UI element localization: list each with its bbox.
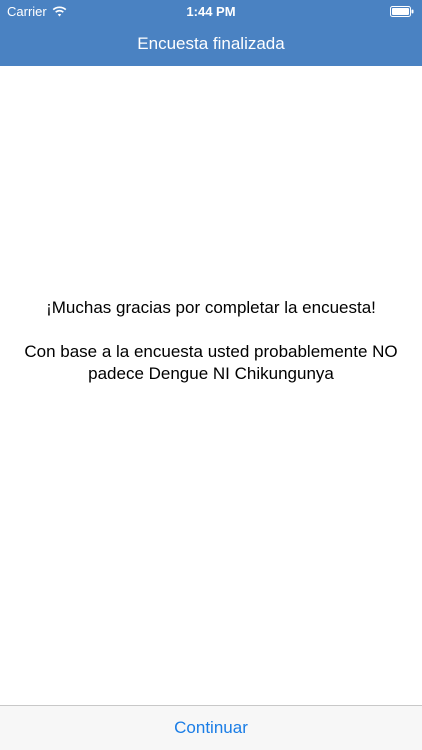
battery-icon [390, 6, 414, 17]
top-bar: Carrier 1:44 PM Encuesta finalizada [0, 0, 422, 66]
diagnosis-result-message: Con base a la encuesta usted probablemen… [24, 342, 398, 383]
bottom-toolbar: Continuar [0, 705, 422, 750]
continue-button[interactable]: Continuar [0, 706, 422, 750]
status-time: 1:44 PM [186, 4, 236, 19]
navigation-title: Encuesta finalizada [137, 34, 285, 53]
survey-result-message: ¡Muchas gracias por completar la encuest… [20, 297, 402, 385]
thank-you-message: ¡Muchas gracias por completar la encuest… [46, 298, 376, 317]
status-bar: Carrier 1:44 PM [0, 0, 422, 22]
survey-finished-screen: Carrier 1:44 PM Encuesta finalizada ¡Muc… [0, 0, 422, 750]
